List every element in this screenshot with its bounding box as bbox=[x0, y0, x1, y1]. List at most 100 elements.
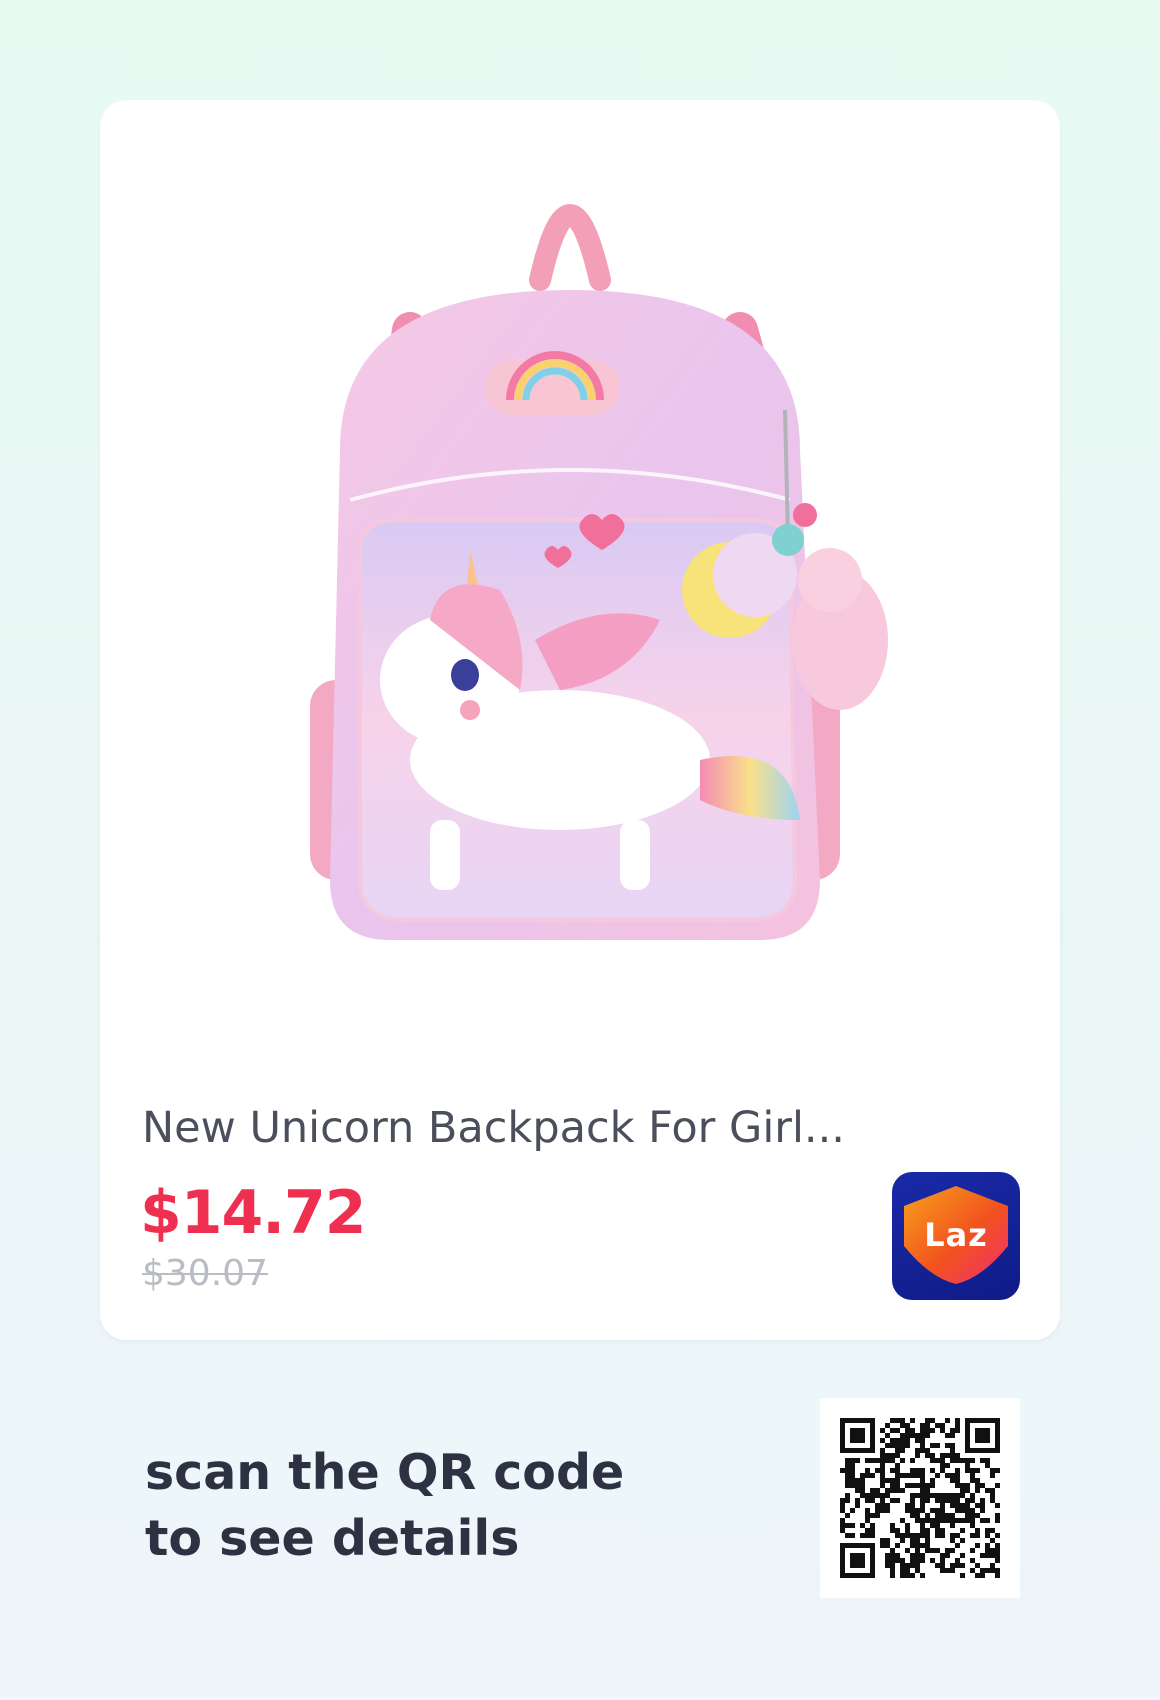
qr-module bbox=[915, 1473, 920, 1478]
product-title[interactable]: New Unicorn Backpack For Girl... bbox=[142, 1100, 902, 1156]
qr-module bbox=[900, 1538, 905, 1543]
qr-module bbox=[925, 1433, 930, 1438]
qr-module bbox=[920, 1428, 925, 1433]
qr-module bbox=[940, 1568, 945, 1573]
qr-module bbox=[960, 1483, 965, 1488]
qr-module bbox=[945, 1473, 950, 1478]
qr-module bbox=[920, 1543, 925, 1548]
qr-module bbox=[895, 1483, 900, 1488]
qr-module bbox=[915, 1493, 920, 1498]
qr-module bbox=[865, 1518, 870, 1523]
qr-module bbox=[940, 1453, 945, 1458]
qr-module bbox=[995, 1533, 1000, 1538]
qr-module bbox=[910, 1533, 915, 1538]
qr-module bbox=[890, 1478, 895, 1483]
scan-line-2: to see details bbox=[145, 1510, 520, 1567]
qr-module bbox=[885, 1493, 890, 1498]
qr-module bbox=[925, 1548, 930, 1553]
qr-module bbox=[930, 1478, 935, 1483]
qr-module bbox=[980, 1508, 985, 1513]
qr-module bbox=[880, 1438, 885, 1443]
qr-module bbox=[935, 1443, 940, 1448]
qr-module bbox=[970, 1458, 975, 1463]
product-image[interactable] bbox=[140, 120, 1020, 1100]
qr-module bbox=[940, 1518, 945, 1523]
qr-module bbox=[940, 1553, 945, 1558]
qr-module bbox=[945, 1433, 950, 1438]
qr-module bbox=[950, 1443, 955, 1448]
qr-code-container[interactable] bbox=[820, 1398, 1020, 1598]
qr-module bbox=[955, 1483, 960, 1488]
qr-module bbox=[870, 1458, 875, 1463]
qr-module bbox=[980, 1458, 985, 1463]
qr-module bbox=[885, 1443, 890, 1448]
qr-module bbox=[995, 1558, 1000, 1563]
qr-module bbox=[900, 1533, 905, 1538]
qr-module bbox=[900, 1448, 905, 1453]
scan-instructions: scan the QR code to see details bbox=[145, 1440, 624, 1572]
qr-module bbox=[995, 1518, 1000, 1523]
qr-module bbox=[920, 1488, 925, 1493]
qr-module bbox=[910, 1493, 915, 1498]
qr-module bbox=[965, 1488, 970, 1493]
qr-module bbox=[930, 1418, 935, 1423]
qr-module bbox=[965, 1483, 970, 1488]
qr-module bbox=[930, 1508, 935, 1513]
product-card[interactable]: New Unicorn Backpack For Girl... $14.72 … bbox=[100, 100, 1060, 1340]
qr-module bbox=[975, 1533, 980, 1538]
qr-module bbox=[925, 1498, 930, 1503]
qr-module bbox=[930, 1548, 935, 1553]
qr-module bbox=[905, 1563, 910, 1568]
qr-module bbox=[920, 1518, 925, 1523]
qr-module bbox=[880, 1543, 885, 1548]
qr-module bbox=[910, 1503, 915, 1508]
qr-module bbox=[855, 1483, 860, 1488]
qr-module bbox=[985, 1488, 990, 1493]
qr-module bbox=[960, 1508, 965, 1513]
qr-module bbox=[895, 1428, 900, 1433]
qr-module bbox=[910, 1483, 915, 1488]
qr-module bbox=[885, 1538, 890, 1543]
qr-module bbox=[910, 1418, 915, 1423]
qr-module bbox=[930, 1483, 935, 1488]
qr-module bbox=[905, 1443, 910, 1448]
qr-module bbox=[880, 1478, 885, 1483]
qr-module bbox=[940, 1508, 945, 1513]
qr-module bbox=[910, 1433, 915, 1438]
qr-module bbox=[895, 1473, 900, 1478]
qr-module bbox=[935, 1533, 940, 1538]
qr-module bbox=[880, 1493, 885, 1498]
qr-module bbox=[895, 1553, 900, 1558]
qr-module bbox=[845, 1463, 850, 1468]
qr-module bbox=[895, 1468, 900, 1473]
qr-module bbox=[920, 1443, 925, 1448]
qr-module bbox=[895, 1448, 900, 1453]
qr-module bbox=[845, 1523, 850, 1528]
qr-module bbox=[885, 1553, 890, 1558]
qr-module bbox=[935, 1493, 940, 1498]
qr-module bbox=[890, 1458, 895, 1463]
qr-module bbox=[985, 1553, 990, 1558]
qr-module bbox=[950, 1478, 955, 1483]
qr-module bbox=[930, 1458, 935, 1463]
qr-module bbox=[950, 1448, 955, 1453]
qr-module bbox=[960, 1553, 965, 1558]
qr-module bbox=[970, 1513, 975, 1518]
qr-module bbox=[925, 1448, 930, 1453]
qr-module bbox=[870, 1533, 875, 1538]
qr-module bbox=[950, 1503, 955, 1508]
qr-module bbox=[905, 1568, 910, 1573]
qr-module bbox=[925, 1428, 930, 1433]
lazada-store-logo[interactable]: Laz bbox=[892, 1172, 1020, 1300]
qr-module bbox=[890, 1443, 895, 1448]
qr-module bbox=[955, 1518, 960, 1523]
qr-module bbox=[900, 1443, 905, 1448]
qr-module bbox=[865, 1508, 870, 1513]
qr-module bbox=[945, 1513, 950, 1518]
qr-module bbox=[970, 1473, 975, 1478]
qr-module bbox=[910, 1498, 915, 1503]
qr-module bbox=[915, 1468, 920, 1473]
scan-line-1: scan the QR code bbox=[145, 1444, 625, 1501]
qr-module bbox=[930, 1443, 935, 1448]
qr-module bbox=[905, 1428, 910, 1433]
